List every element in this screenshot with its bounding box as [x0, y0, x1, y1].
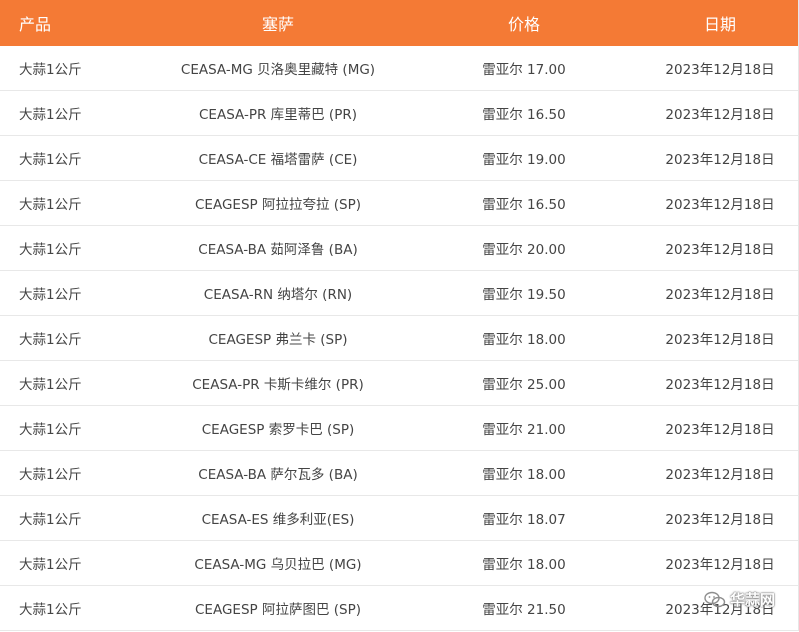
- cell-price: 雷亚尔 19.50: [482, 287, 566, 303]
- cell-price: 雷亚尔 16.50: [482, 107, 566, 123]
- table-row: 大蒜1公斤 CEASA-ES 维多利亚(ES) 雷亚尔 18.07 2023年12月1…: [0, 496, 798, 541]
- cell-date: 2023年12月18日: [665, 377, 775, 393]
- cell-price: 雷亚尔 16.50: [482, 197, 566, 213]
- cell-product: 大蒜1公斤: [19, 152, 82, 168]
- cell-ceasa: CEASA-BA 萨尔瓦多 (BA): [198, 467, 358, 483]
- cell-price: 雷亚尔 25.00: [482, 377, 566, 393]
- cell-price: 雷亚尔 18.07: [482, 512, 566, 528]
- cell-product: 大蒜1公斤: [19, 512, 82, 528]
- cell-date: 2023年12月18日: [665, 107, 775, 123]
- cell-date: 2023年12月18日: [665, 557, 775, 573]
- cell-price: 雷亚尔 19.00: [482, 152, 566, 168]
- cell-ceasa: CEASA-PR 卡斯卡维尔 (PR): [192, 377, 364, 393]
- watermark: 华蒜网: [704, 589, 775, 610]
- wechat-icon: [704, 591, 726, 607]
- table-body: 大蒜1公斤 CEASA-MG 贝洛奥里藏特 (MG) 雷亚尔 17.00 2023年1…: [0, 46, 798, 631]
- table-row: 大蒜1公斤 CEASA-PR 库里蒂巴 (PR) 雷亚尔 16.50 2023年12月…: [0, 91, 798, 136]
- table-row: 大蒜1公斤 CEASA-MG 贝洛奥里藏特 (MG) 雷亚尔 17.00 2023年1…: [0, 46, 798, 91]
- cell-price: 雷亚尔 21.50: [482, 602, 566, 618]
- cell-date: 2023年12月18日: [665, 197, 775, 213]
- cell-ceasa: CEASA-RN 纳塔尔 (RN): [203, 287, 353, 303]
- cell-price: 雷亚尔 20.00: [482, 242, 566, 258]
- header-date: 日期: [703, 15, 736, 34]
- cell-ceasa: CEASA-CE 福塔雷萨 (CE): [198, 152, 358, 168]
- table-row: 大蒜1公斤 CEASA-MG 乌贝拉巴 (MG) 雷亚尔 18.00 2023年12月…: [0, 541, 798, 586]
- cell-product: 大蒜1公斤: [19, 107, 82, 123]
- table-row: 大蒜1公斤 CEAGESP 阿拉萨图巴 (SP) 雷亚尔 21.50 2023年12月…: [0, 586, 798, 631]
- cell-ceasa: CEAGESP 弗兰卡 (SP): [208, 332, 348, 348]
- table-row: 大蒜1公斤 CEASA-CE 福塔雷萨 (CE) 雷亚尔 19.00 2023年12月…: [0, 136, 798, 181]
- cell-product: 大蒜1公斤: [19, 332, 82, 348]
- cell-date: 2023年12月18日: [665, 332, 775, 348]
- cell-product: 大蒜1公斤: [19, 377, 82, 393]
- cell-price: 雷亚尔 18.00: [482, 332, 566, 348]
- table-row: 大蒜1公斤 CEAGESP 弗兰卡 (SP) 雷亚尔 18.00 2023年12月18…: [0, 316, 798, 361]
- cell-price: 雷亚尔 18.00: [482, 467, 566, 483]
- cell-product: 大蒜1公斤: [19, 242, 82, 258]
- table-header: 产品 塞萨 价格 日期: [0, 0, 798, 46]
- cell-ceasa: CEASA-MG 乌贝拉巴 (MG): [194, 557, 362, 573]
- cell-ceasa: CEASA-ES 维多利亚(ES): [201, 512, 355, 528]
- cell-ceasa: CEASA-MG 贝洛奥里藏特 (MG): [180, 62, 376, 78]
- cell-product: 大蒜1公斤: [19, 62, 82, 78]
- table-row: 大蒜1公斤 CEASA-PR 卡斯卡维尔 (PR) 雷亚尔 25.00 2023年12…: [0, 361, 798, 406]
- cell-product: 大蒜1公斤: [19, 422, 82, 438]
- cell-date: 2023年12月18日: [665, 467, 775, 483]
- cell-product: 大蒜1公斤: [19, 197, 82, 213]
- cell-product: 大蒜1公斤: [19, 557, 82, 573]
- cell-date: 2023年12月18日: [665, 422, 775, 438]
- table-row: 大蒜1公斤 CEAGESP 索罗卡巴 (SP) 雷亚尔 21.00 2023年12月1…: [0, 406, 798, 451]
- table-row: 大蒜1公斤 CEASA-BA 萨尔瓦多 (BA) 雷亚尔 18.00 2023年12月…: [0, 451, 798, 496]
- cell-ceasa: CEAGESP 阿拉拉夸拉 (SP): [195, 197, 361, 213]
- cell-price: 雷亚尔 17.00: [482, 62, 566, 78]
- cell-date: 2023年12月18日: [665, 152, 775, 168]
- cell-ceasa: CEASA-BA 茹阿泽鲁 (BA): [198, 242, 358, 258]
- watermark-text: 华蒜网: [729, 591, 775, 609]
- price-table: 产品 塞萨 价格 日期 大蒜1公斤 CEASA-MG 贝洛奥里藏特 (MG) 雷亚尔…: [0, 0, 799, 631]
- header-product: 产品: [19, 15, 52, 34]
- table-row: 大蒜1公斤 CEASA-RN 纳塔尔 (RN) 雷亚尔 19.50 2023年12月1…: [0, 271, 798, 316]
- cell-date: 2023年12月18日: [665, 62, 775, 78]
- cell-product: 大蒜1公斤: [19, 602, 82, 618]
- cell-ceasa: CEASA-PR 库里蒂巴 (PR): [199, 107, 357, 123]
- cell-price: 雷亚尔 18.00: [482, 557, 566, 573]
- cell-product: 大蒜1公斤: [19, 467, 82, 483]
- cell-price: 雷亚尔 21.00: [482, 422, 566, 438]
- table-row: 大蒜1公斤 CEASA-BA 茹阿泽鲁 (BA) 雷亚尔 20.00 2023年12月…: [0, 226, 798, 271]
- cell-ceasa: CEAGESP 索罗卡巴 (SP): [201, 422, 355, 438]
- cell-date: 2023年12月18日: [665, 512, 775, 528]
- table-row: 大蒜1公斤 CEAGESP 阿拉拉夸拉 (SP) 雷亚尔 16.50 2023年12月…: [0, 181, 798, 226]
- cell-product: 大蒜1公斤: [19, 287, 82, 303]
- header-price: 价格: [507, 15, 540, 34]
- cell-ceasa: CEAGESP 阿拉萨图巴 (SP): [195, 602, 361, 618]
- cell-date: 2023年12月18日: [665, 287, 775, 303]
- cell-date: 2023年12月18日: [665, 242, 775, 258]
- header-ceasa: 塞萨: [261, 15, 294, 34]
